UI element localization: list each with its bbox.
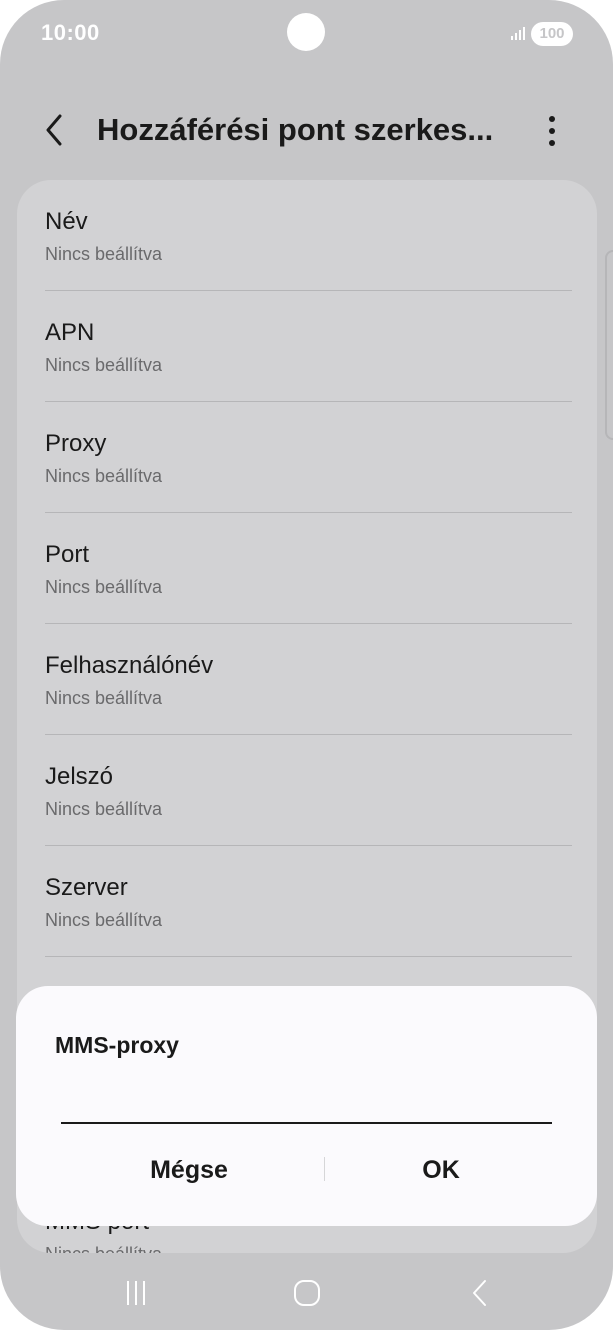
home-icon[interactable]	[292, 1278, 322, 1308]
list-item-title: Felhasználónév	[45, 652, 214, 679]
recent-apps-icon[interactable]	[118, 1278, 154, 1308]
list-item-port[interactable]: Port Nincs beállítva	[45, 513, 572, 624]
chevron-left-icon[interactable]	[40, 112, 70, 148]
signal-icon	[511, 27, 525, 40]
list-item-subtitle: Nincs beállítva	[45, 577, 163, 597]
list-item-proxy[interactable]: Proxy Nincs beállítva	[45, 402, 572, 513]
page-title: Hozzáférési pont szerkes...	[97, 112, 494, 147]
list-item-server[interactable]: Szerver Nincs beállítva	[45, 846, 572, 957]
list-item-subtitle: Nincs beállítva	[45, 355, 163, 375]
battery-indicator: 100	[531, 22, 573, 46]
list-item-title: Név	[45, 208, 88, 235]
scrollbar[interactable]	[605, 250, 613, 440]
list-item-username[interactable]: Felhasználónév Nincs beállítva	[45, 624, 572, 735]
dialog-title: MMS-proxy	[55, 1032, 179, 1058]
nav-back-icon[interactable]	[465, 1278, 495, 1308]
cancel-button[interactable]: Mégse	[56, 1146, 322, 1194]
list-item-subtitle: Nincs beállítva	[45, 244, 163, 264]
mms-proxy-dialog: MMS-proxy Mégse OK	[16, 986, 597, 1226]
list-item-subtitle: Nincs beállítva	[45, 1244, 162, 1253]
camera-cutout	[287, 13, 325, 51]
list-item-title: Jelszó	[45, 763, 114, 790]
more-vertical-icon[interactable]	[540, 114, 564, 148]
list-item-title: Port	[45, 541, 90, 568]
list-item-subtitle: Nincs beállítva	[45, 688, 163, 708]
app-header: Hozzáférési pont szerkes...	[0, 100, 613, 160]
phone-screen: 10:00 100 Hozzáférési pont szerkes... Né…	[0, 0, 613, 1330]
status-time: 10:00	[41, 20, 100, 45]
list-item-title: APN	[45, 319, 95, 346]
list-item-subtitle: Nincs beállítva	[45, 910, 163, 930]
list-item-password[interactable]: Jelszó Nincs beállítva	[45, 735, 572, 846]
status-bar: 10:00 100	[0, 0, 613, 70]
list-divider	[45, 956, 572, 957]
list-item-subtitle: Nincs beállítva	[45, 466, 163, 486]
mms-proxy-input[interactable]	[61, 1086, 552, 1124]
list-item-name[interactable]: Név Nincs beállítva	[45, 180, 572, 291]
list-item-subtitle: Nincs beállítva	[45, 799, 163, 819]
ok-button[interactable]: OK	[326, 1146, 556, 1194]
navigation-bar	[0, 1258, 613, 1330]
button-separator	[324, 1157, 325, 1181]
list-item-apn[interactable]: APN Nincs beállítva	[45, 291, 572, 402]
list-item-title: Proxy	[45, 430, 107, 457]
list-item-title: Szerver	[45, 874, 128, 901]
